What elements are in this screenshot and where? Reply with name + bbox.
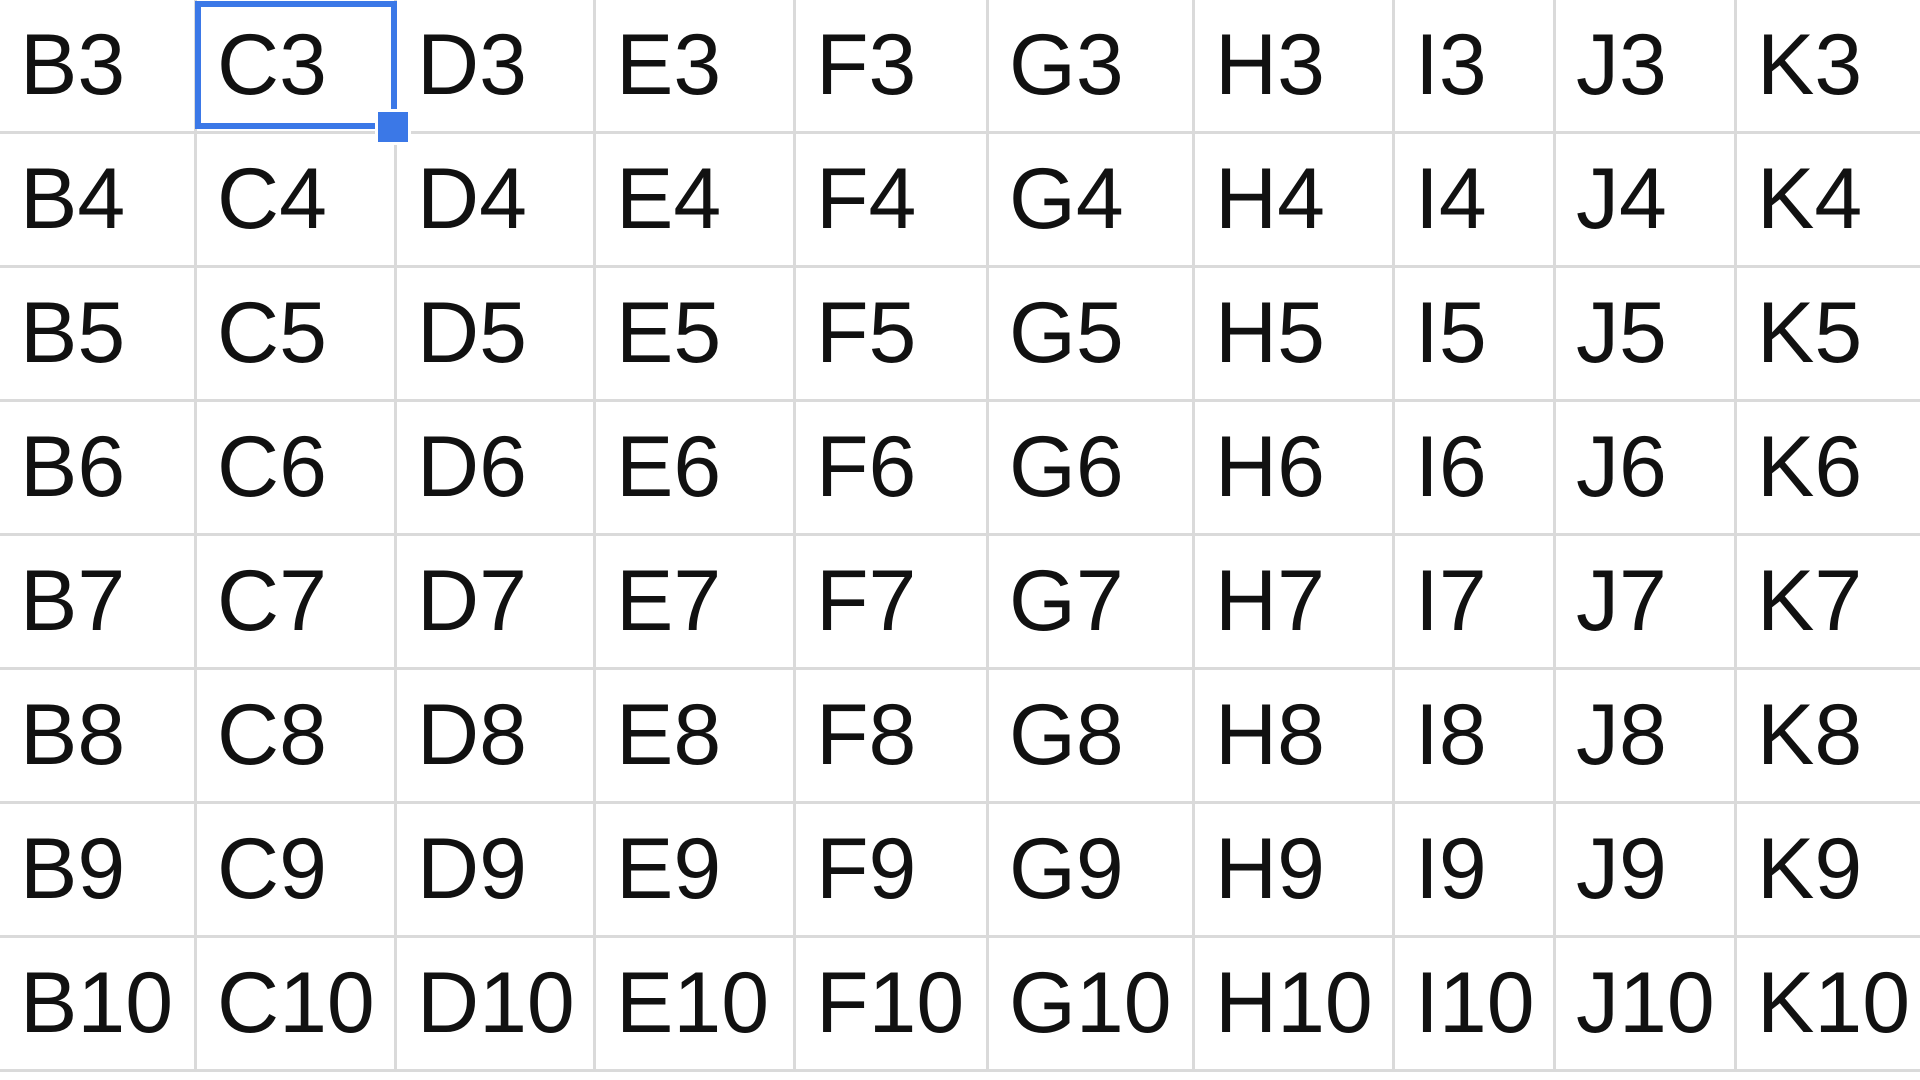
cell-f6[interactable]: F6 — [796, 402, 989, 533]
cell-h5[interactable]: H5 — [1195, 268, 1395, 399]
cell-h9[interactable]: H9 — [1195, 804, 1395, 935]
cell-c6[interactable]: C6 — [197, 402, 397, 533]
sheet-row: B4 C4 D4 E4 F4 G4 H4 I4 J4 K4 — [0, 134, 1920, 268]
cell-k3[interactable]: K3 — [1737, 0, 1920, 131]
sheet-row: B7 C7 D7 E7 F7 G7 H7 I7 J7 K7 — [0, 536, 1920, 670]
cell-j4[interactable]: J4 — [1556, 134, 1737, 265]
cell-d10[interactable]: D10 — [397, 938, 596, 1069]
cell-i4[interactable]: I4 — [1395, 134, 1556, 265]
cell-j6[interactable]: J6 — [1556, 402, 1737, 533]
cell-d6[interactable]: D6 — [397, 402, 596, 533]
cell-i6[interactable]: I6 — [1395, 402, 1556, 533]
cell-c3[interactable]: C3 — [197, 0, 397, 131]
cell-g4[interactable]: G4 — [989, 134, 1195, 265]
cell-d9[interactable]: D9 — [397, 804, 596, 935]
sheet-row: B9 C9 D9 E9 F9 G9 H9 I9 J9 K9 — [0, 804, 1920, 938]
cell-k10[interactable]: K10 — [1737, 938, 1920, 1069]
cell-g8[interactable]: G8 — [989, 670, 1195, 801]
spreadsheet-grid: B3 C3 D3 E3 F3 G3 H3 I3 J3 K3 B4 C4 D4 E… — [0, 0, 1920, 1080]
sheet-row: B10 C10 D10 E10 F10 G10 H10 I10 J10 K10 — [0, 938, 1920, 1072]
cell-b9[interactable]: B9 — [0, 804, 197, 935]
cell-f7[interactable]: F7 — [796, 536, 989, 667]
sheet-row: B3 C3 D3 E3 F3 G3 H3 I3 J3 K3 — [0, 0, 1920, 134]
cell-j10[interactable]: J10 — [1556, 938, 1737, 1069]
cell-f10[interactable]: F10 — [796, 938, 989, 1069]
cell-c7[interactable]: C7 — [197, 536, 397, 667]
cell-d5[interactable]: D5 — [397, 268, 596, 399]
fill-handle[interactable] — [375, 109, 411, 145]
sheet-row: B5 C5 D5 E5 F5 G5 H5 I5 J5 K5 — [0, 268, 1920, 402]
cell-d8[interactable]: D8 — [397, 670, 596, 801]
cell-h4[interactable]: H4 — [1195, 134, 1395, 265]
cell-e9[interactable]: E9 — [596, 804, 796, 935]
cell-b8[interactable]: B8 — [0, 670, 197, 801]
cell-i8[interactable]: I8 — [1395, 670, 1556, 801]
cell-j7[interactable]: J7 — [1556, 536, 1737, 667]
cell-g10[interactable]: G10 — [989, 938, 1195, 1069]
cell-i3[interactable]: I3 — [1395, 0, 1556, 131]
cell-b4[interactable]: B4 — [0, 134, 197, 265]
cell-f9[interactable]: F9 — [796, 804, 989, 935]
cell-d7[interactable]: D7 — [397, 536, 596, 667]
cell-g9[interactable]: G9 — [989, 804, 1195, 935]
cell-c5[interactable]: C5 — [197, 268, 397, 399]
cell-g3[interactable]: G3 — [989, 0, 1195, 131]
cell-g7[interactable]: G7 — [989, 536, 1195, 667]
cell-f4[interactable]: F4 — [796, 134, 989, 265]
cell-k5[interactable]: K5 — [1737, 268, 1920, 399]
cell-k9[interactable]: K9 — [1737, 804, 1920, 935]
cell-d4[interactable]: D4 — [397, 134, 596, 265]
cell-k7[interactable]: K7 — [1737, 536, 1920, 667]
cell-h3[interactable]: H3 — [1195, 0, 1395, 131]
cell-e8[interactable]: E8 — [596, 670, 796, 801]
cell-h7[interactable]: H7 — [1195, 536, 1395, 667]
cell-i9[interactable]: I9 — [1395, 804, 1556, 935]
cell-c8[interactable]: C8 — [197, 670, 397, 801]
cell-g6[interactable]: G6 — [989, 402, 1195, 533]
cell-f8[interactable]: F8 — [796, 670, 989, 801]
cell-c4[interactable]: C4 — [197, 134, 397, 265]
cell-f3[interactable]: F3 — [796, 0, 989, 131]
cell-j8[interactable]: J8 — [1556, 670, 1737, 801]
cell-k4[interactable]: K4 — [1737, 134, 1920, 265]
cell-b7[interactable]: B7 — [0, 536, 197, 667]
sheet-row: B6 C6 D6 E6 F6 G6 H6 I6 J6 K6 — [0, 402, 1920, 536]
cell-b3[interactable]: B3 — [0, 0, 197, 131]
cell-i5[interactable]: I5 — [1395, 268, 1556, 399]
cell-c10[interactable]: C10 — [197, 938, 397, 1069]
cell-b10[interactable]: B10 — [0, 938, 197, 1069]
cell-h10[interactable]: H10 — [1195, 938, 1395, 1069]
cell-e4[interactable]: E4 — [596, 134, 796, 265]
cell-e10[interactable]: E10 — [596, 938, 796, 1069]
cell-k8[interactable]: K8 — [1737, 670, 1920, 801]
cell-f5[interactable]: F5 — [796, 268, 989, 399]
sheet-row: B8 C8 D8 E8 F8 G8 H8 I8 J8 K8 — [0, 670, 1920, 804]
cell-j3[interactable]: J3 — [1556, 0, 1737, 131]
cell-e6[interactable]: E6 — [596, 402, 796, 533]
cell-i7[interactable]: I7 — [1395, 536, 1556, 667]
cell-b5[interactable]: B5 — [0, 268, 197, 399]
cell-j5[interactable]: J5 — [1556, 268, 1737, 399]
cell-h8[interactable]: H8 — [1195, 670, 1395, 801]
cell-e5[interactable]: E5 — [596, 268, 796, 399]
cell-c9[interactable]: C9 — [197, 804, 397, 935]
cell-e7[interactable]: E7 — [596, 536, 796, 667]
cell-b6[interactable]: B6 — [0, 402, 197, 533]
cell-k6[interactable]: K6 — [1737, 402, 1920, 533]
cell-i10[interactable]: I10 — [1395, 938, 1556, 1069]
cell-d3[interactable]: D3 — [397, 0, 596, 131]
cell-j9[interactable]: J9 — [1556, 804, 1737, 935]
cell-e3[interactable]: E3 — [596, 0, 796, 131]
cell-h6[interactable]: H6 — [1195, 402, 1395, 533]
cell-g5[interactable]: G5 — [989, 268, 1195, 399]
